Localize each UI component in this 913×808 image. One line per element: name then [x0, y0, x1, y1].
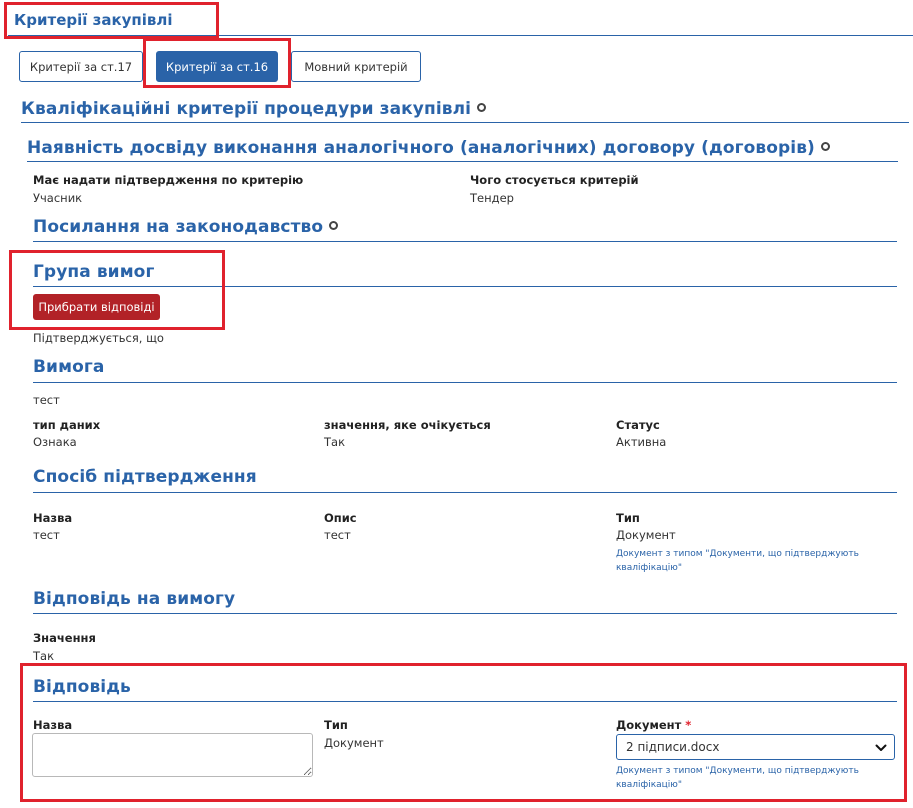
requirement-divider	[33, 382, 897, 383]
response-divider	[33, 613, 897, 614]
confirmed-text: Підтверджується, що	[33, 331, 164, 345]
collapse-dot-icon[interactable]	[329, 220, 339, 230]
response-value: Так	[33, 649, 55, 663]
criterion-heading[interactable]: Наявність досвіду виконання аналогічного…	[27, 138, 830, 158]
expected-label: значення, яке очікується	[324, 418, 491, 432]
evidence-heading: Спосіб підтвердження	[33, 467, 257, 487]
highlight-active-tab	[143, 38, 291, 88]
qualification-heading[interactable]: Кваліфікаційні критерії процедури закупі…	[21, 99, 487, 119]
qualification-divider	[21, 122, 909, 123]
expected-value: Так	[324, 435, 346, 449]
collapse-dot-icon[interactable]	[820, 141, 830, 151]
highlight-group	[9, 250, 225, 330]
tab-criteria-art17[interactable]: Критерії за ст.17	[19, 51, 143, 82]
evidence-desc-label: Опис	[324, 511, 357, 525]
relates-label: Чого стосується критерій	[470, 173, 639, 187]
evidence-name-value: тест	[33, 528, 60, 542]
tab-language-criterion[interactable]: Мовний критерій	[291, 51, 421, 82]
evidence-type-label: Тип	[616, 511, 640, 525]
evidence-desc-value: тест	[324, 528, 351, 542]
qualification-heading-text: Кваліфікаційні критерії процедури закупі…	[21, 99, 472, 119]
highlight-answer	[20, 663, 907, 802]
highlight-title	[4, 2, 219, 39]
status-label: Статус	[616, 418, 660, 432]
criterion-divider	[27, 161, 898, 162]
requirement-heading: Вимога	[33, 357, 105, 377]
response-heading: Відповідь на вимогу	[33, 589, 236, 609]
evidence-type-hint: Документ з типом "Документи, що підтверд…	[616, 549, 859, 573]
relates-value: Тендер	[470, 191, 514, 205]
evidence-divider	[33, 492, 897, 493]
datatype-label: тип даних	[33, 418, 101, 432]
confirm-value: Учасник	[33, 191, 83, 205]
criterion-heading-text: Наявність досвіду виконання аналогічного…	[27, 138, 815, 158]
legislation-divider	[33, 241, 897, 242]
status-value: Активна	[616, 435, 667, 449]
response-value-label: Значення	[33, 631, 96, 645]
legislation-heading[interactable]: Посилання на законодавство	[33, 217, 339, 237]
collapse-dot-icon[interactable]	[477, 102, 487, 112]
evidence-name-label: Назва	[33, 511, 73, 525]
evidence-type-value: Документ	[616, 528, 676, 542]
datatype-value: Ознака	[33, 435, 77, 449]
confirm-label: Має надати підтвердження по критерію	[33, 173, 304, 187]
requirement-text: тест	[33, 393, 60, 407]
legislation-heading-text: Посилання на законодавство	[33, 217, 324, 237]
